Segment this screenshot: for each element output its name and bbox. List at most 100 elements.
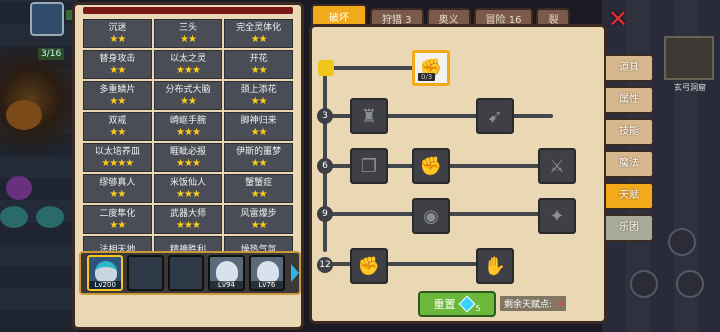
skill-stars: ★★ (109, 95, 126, 107)
skill-card[interactable]: 精神胜利 (153, 236, 223, 251)
talent-node-punch[interactable]: ✊ (412, 148, 450, 184)
panel-header-bar (83, 7, 293, 14)
player-avatar[interactable] (30, 2, 64, 36)
world-object (0, 206, 28, 228)
category-tab-2[interactable]: 技能 (604, 118, 654, 146)
skill-card[interactable]: 沉迷 ★★ (83, 19, 152, 48)
skill-name: 双戒 (108, 115, 127, 126)
skill-name: 三头 (178, 22, 197, 33)
skill-name: 完全灵体化 (236, 22, 282, 33)
minimap[interactable] (664, 36, 714, 80)
skill-card[interactable]: 燥热气氛 (224, 236, 293, 251)
skill-grid: 沉迷 ★★ 三头 ★★ 完全灵体化 ★★ 替身攻击 ★★ 以太之灵 ★★★ 开花 ★★ 多重鳞片 ★★ 分布… (83, 19, 293, 251)
skill-name: 沉迷 (108, 22, 127, 33)
talent-node-arrow[interactable]: ➹ (476, 98, 514, 134)
category-tabs: 道具属性技能魔法天赋乐团 (604, 54, 654, 242)
skill-stars: ★★ (250, 95, 268, 107)
talent-node-fist[interactable]: ✊ (350, 248, 388, 284)
talent-node-gauntlet[interactable]: ✋ (476, 248, 514, 284)
skill-card[interactable]: 脚神归来 ★★ (224, 112, 293, 141)
skill-card[interactable]: 以太之灵 ★★★ (153, 50, 223, 79)
row-label-12: 12 (317, 257, 333, 273)
bat-icon: ✦ (549, 205, 565, 227)
talent-node-scroll[interactable]: ❐ (350, 148, 388, 184)
skill-card[interactable]: 睚眦必报 ★★★ (153, 143, 223, 172)
talent-node-bat[interactable]: ✦ (538, 198, 576, 234)
skill-stars: ★★★ (176, 126, 201, 138)
skill-stars: ★★ (250, 64, 268, 76)
skill-card[interactable]: 分布式大脑 ★★ (153, 81, 223, 110)
skill-stars: ★★★★ (101, 157, 134, 169)
skill-card[interactable]: 缪够真人 ★★ (83, 174, 152, 203)
skill-name: 以太之灵 (169, 53, 206, 64)
skill-card[interactable]: 三头 ★★ (153, 19, 223, 48)
talent-node-sword[interactable]: ⚔ (538, 148, 576, 184)
gauntlet-icon: ✋ (483, 255, 507, 277)
hero-portrait (95, 261, 117, 283)
skill-name: 替身攻击 (99, 53, 136, 64)
skill-stars: ★★ (109, 64, 126, 76)
skill-card[interactable]: 蟹蟹症 ★★ (224, 174, 293, 203)
talent-list-panel: 沉迷 ★★ 三头 ★★ 完全灵体化 ★★ 替身攻击 ★★ 以太之灵 ★★★ 开花 ★★ 多重鳞片 ★★ 分布… (72, 2, 304, 330)
skill-card[interactable]: 米饭仙人 ★★★ (153, 174, 223, 203)
hero-level: Lv76 (250, 281, 284, 289)
skill-card[interactable]: 崎岖手腕 ★★★ (153, 112, 223, 141)
skill-card[interactable]: 完全灵体化 ★★ (224, 19, 293, 48)
arrow-icon: ➹ (487, 105, 503, 127)
hero-level: Lv94 (210, 281, 243, 289)
shockwave-icon: ◉ (423, 205, 439, 227)
hero-slot[interactable]: Lv200 (87, 255, 124, 291)
skill-card[interactable]: 双戒 ★★ (83, 112, 152, 141)
hero-slot[interactable]: Lv94 (208, 255, 245, 291)
row-label-6: 6 (317, 158, 333, 174)
category-tab-5[interactable]: 乐团 (604, 214, 654, 242)
settings-gear-icon[interactable] (668, 228, 696, 256)
skill-name: 崎岖手腕 (169, 115, 206, 126)
skill-card[interactable]: 伊斯的噩梦 ★★ (224, 143, 293, 172)
hero-slot[interactable] (167, 255, 205, 291)
skill-card[interactable]: 以太培养皿 ★★★★ (83, 143, 152, 172)
skill-stars: ★★ (180, 95, 197, 107)
skill-card[interactable]: 武器大师 ★★★ (153, 205, 223, 234)
hero-slot[interactable] (127, 255, 164, 291)
skill-card[interactable]: 开花 ★★ (224, 50, 293, 79)
skill-name: 以太培养皿 (94, 146, 140, 157)
skill-name: 睚眦必报 (169, 146, 206, 157)
skill-card[interactable]: 多重鳞片 ★★ (83, 81, 152, 110)
close-button[interactable]: ✕ (606, 7, 630, 32)
skill-card[interactable]: 法相天地 (83, 236, 152, 251)
world-object (36, 206, 64, 228)
skill-card[interactable]: 二度隼化 ★★ (83, 205, 152, 234)
skill-name: 风雷爆步 (240, 208, 277, 219)
category-tab-0[interactable]: 道具 (604, 54, 654, 82)
weapon-icon[interactable] (630, 270, 658, 298)
skill-name: 脚神归来 (240, 115, 277, 126)
skill-card[interactable]: 颈上添花 ★★ (224, 81, 293, 110)
gem-icon (458, 295, 476, 313)
category-tab-4[interactable]: 天赋 (604, 182, 654, 210)
skill-stars: ★★ (109, 33, 126, 45)
reset-button[interactable]: 重置 5 (418, 291, 496, 317)
talent-node-shockwave[interactable]: ◉ (412, 198, 450, 234)
world-object (6, 176, 32, 200)
skill-name: 多重鳞片 (99, 84, 136, 95)
hero-selector: Lv200 Lv94 Lv76 (79, 251, 301, 295)
muscle-icon: ♜ (360, 105, 378, 127)
talent-node-muscle[interactable]: ♜ (350, 98, 388, 134)
skill-stars: ★★ (109, 126, 126, 138)
skill-stars: ★★ (109, 188, 126, 200)
category-tab-3[interactable]: 魔法 (604, 150, 654, 178)
skill-name: 米饭仙人 (169, 177, 206, 188)
next-page-arrow-icon[interactable] (291, 264, 300, 282)
skill-name: 武器大师 (169, 208, 206, 219)
hero-slot[interactable]: Lv76 (248, 255, 286, 291)
skill-stars: ★★★ (176, 188, 201, 200)
hero-portrait (256, 261, 279, 283)
reset-cost: 5 (475, 303, 481, 313)
skill-card[interactable]: 风雷爆步 ★★ (224, 205, 293, 234)
skill-card[interactable]: 替身攻击 ★★ (83, 50, 152, 79)
category-tab-1[interactable]: 属性 (604, 86, 654, 114)
bow-icon[interactable] (676, 270, 704, 298)
talent-node-count: 0/3 (418, 73, 436, 81)
skill-stars: ★★ (250, 219, 268, 231)
